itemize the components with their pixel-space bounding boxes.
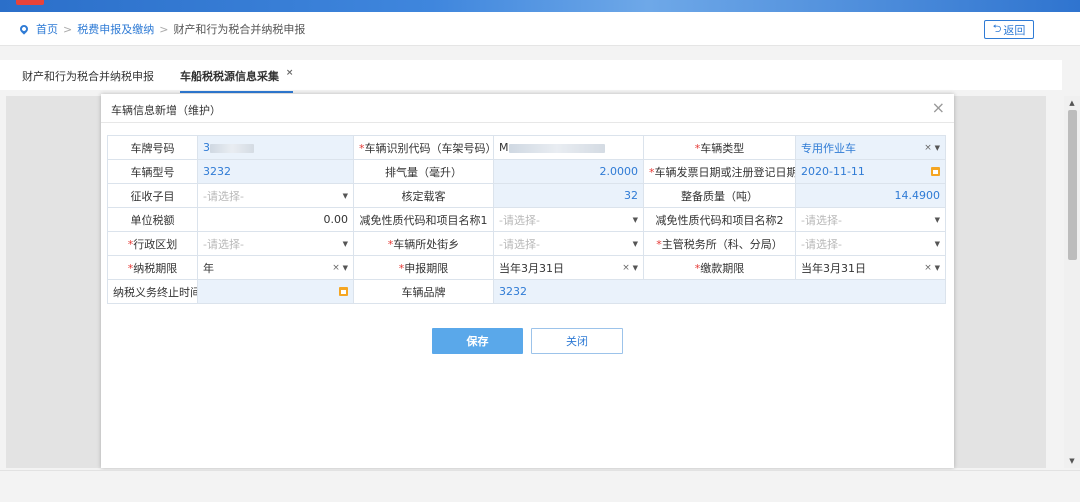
scroll-up-icon[interactable]: ▲ xyxy=(1064,96,1080,110)
clear-icon[interactable]: × xyxy=(924,263,932,273)
breadcrumb-separator: > xyxy=(159,22,169,36)
breadcrumb-separator: > xyxy=(63,22,73,36)
chevron-down-icon[interactable]: ▼ xyxy=(343,264,348,272)
clear-icon[interactable]: × xyxy=(924,143,932,153)
scroll-thumb[interactable] xyxy=(1068,110,1077,260)
vin-label: *车辆识别代码（车架号码） xyxy=(353,135,494,160)
vehicle-info-dialog: 车辆信息新增（维护） × 车牌号码 3 *车辆识别代码（车架号码） M *车辆类… xyxy=(101,94,954,468)
tab-label: 财产和行为税合并纳税申报 xyxy=(22,70,154,83)
chevron-down-icon[interactable]: ▼ xyxy=(633,240,638,248)
subitem-select[interactable]: -请选择- ▼ xyxy=(197,183,354,208)
mass-field[interactable]: 14.4900 xyxy=(795,183,946,208)
model-label: 车辆型号 xyxy=(107,159,198,184)
chevron-down-icon[interactable]: ▼ xyxy=(935,264,940,272)
chevron-down-icon[interactable]: ▼ xyxy=(343,192,348,200)
vin-field[interactable]: M xyxy=(493,135,644,160)
brand-field[interactable]: 3232 xyxy=(493,279,946,304)
plate-field[interactable]: 3 xyxy=(197,135,354,160)
form-row: *纳税期限 年 × ▼ *申报期限 当年3月31日 × ▼ *缴款期限 当年3月31… xyxy=(107,255,946,280)
tab-bar: 财产和行为税合并纳税申报 车船税税源信息采集 × xyxy=(0,60,1062,93)
form-row: 征收子目 -请选择- ▼ 核定载客 32 整备质量（吨） 14.4900 xyxy=(107,183,946,208)
back-button[interactable]: ⮌ 返回 xyxy=(984,20,1034,39)
form-row: 单位税额 0.00 减免性质代码和项目名称1 -请选择- ▼ 减免性质代码和项目名… xyxy=(107,207,946,232)
tab-combined-declaration[interactable]: 财产和行为税合并纳税申报 xyxy=(22,68,154,91)
unit-tax-field[interactable]: 0.00 xyxy=(197,207,354,232)
seats-field[interactable]: 32 xyxy=(493,183,644,208)
plate-label: 车牌号码 xyxy=(107,135,198,160)
end-date-field[interactable] xyxy=(197,279,354,304)
relief1-label: 减免性质代码和项目名称1 xyxy=(353,207,494,232)
displacement-label: 排气量（毫升） xyxy=(353,159,494,184)
model-field[interactable]: 3232 xyxy=(197,159,354,184)
breadcrumb-tax-filing[interactable]: 税费申报及缴纳 xyxy=(77,21,154,37)
unit-tax-label: 单位税额 xyxy=(107,207,198,232)
close-icon[interactable]: × xyxy=(932,98,945,117)
relief1-select[interactable]: -请选择- ▼ xyxy=(493,207,644,232)
brand-label: 车辆品牌 xyxy=(353,279,494,304)
back-button-label: 返回 xyxy=(1003,23,1026,37)
period-label: *纳税期限 xyxy=(107,255,198,280)
seats-label: 核定载客 xyxy=(353,183,494,208)
district-select[interactable]: -请选择- ▼ xyxy=(197,231,354,256)
type-label: *车辆类型 xyxy=(643,135,796,160)
regdate-label: *车辆发票日期或注册登记日期 xyxy=(643,159,796,184)
tab-vehicle-tax-source[interactable]: 车船税税源信息采集 × xyxy=(180,68,294,93)
report-select[interactable]: 当年3月31日 × ▼ xyxy=(493,255,644,280)
chevron-down-icon[interactable]: ▼ xyxy=(935,144,940,152)
chevron-down-icon[interactable]: ▼ xyxy=(935,216,940,224)
logo xyxy=(16,0,44,5)
location-pin-icon xyxy=(18,23,30,35)
office-label: *主管税务所（科、分局） xyxy=(643,231,796,256)
breadcrumb-current: 财产和行为税合并纳税申报 xyxy=(173,23,306,36)
vehicle-form-table: 车牌号码 3 *车辆识别代码（车架号码） M *车辆类型 专用作业车 × ▼ 车辆… xyxy=(107,135,946,304)
relief2-label: 减免性质代码和项目名称2 xyxy=(643,207,796,232)
breadcrumb-bar: 首页 > 税费申报及缴纳 > 财产和行为税合并纳税申报 ⮌ 返回 xyxy=(0,12,1080,46)
dialog-title: 车辆信息新增（维护） xyxy=(111,104,221,117)
district-label: *行政区划 xyxy=(107,231,198,256)
breadcrumb: 首页 > 税费申报及缴纳 > 财产和行为税合并纳税申报 xyxy=(18,21,306,37)
chevron-down-icon[interactable]: ▼ xyxy=(935,240,940,248)
tab-label: 车船税税源信息采集 xyxy=(180,70,279,83)
clear-icon[interactable]: × xyxy=(332,263,340,273)
end-date-label: 纳税义务终止时间 xyxy=(107,279,198,304)
chevron-down-icon[interactable]: ▼ xyxy=(633,216,638,224)
calendar-icon[interactable] xyxy=(931,167,940,176)
breadcrumb-home[interactable]: 首页 xyxy=(36,21,58,37)
divider xyxy=(101,122,954,123)
scroll-down-icon[interactable]: ▼ xyxy=(1064,454,1080,468)
clear-icon[interactable]: × xyxy=(622,263,630,273)
mass-label: 整备质量（吨） xyxy=(643,183,796,208)
pay-label: *缴款期限 xyxy=(643,255,796,280)
calendar-icon[interactable] xyxy=(339,287,348,296)
form-row: 车牌号码 3 *车辆识别代码（车架号码） M *车辆类型 专用作业车 × ▼ xyxy=(107,135,946,160)
report-label: *申报期限 xyxy=(353,255,494,280)
form-row: 纳税义务终止时间 车辆品牌 3232 xyxy=(107,279,946,304)
period-select[interactable]: 年 × ▼ xyxy=(197,255,354,280)
footer-bar xyxy=(0,470,1080,502)
form-row: 车辆型号 3232 排气量（毫升） 2.0000 *车辆发票日期或注册登记日期 … xyxy=(107,159,946,184)
pay-select[interactable]: 当年3月31日 × ▼ xyxy=(795,255,946,280)
return-arrow-icon: ⮌ xyxy=(992,22,1002,35)
relief2-select[interactable]: -请选择- ▼ xyxy=(795,207,946,232)
displacement-field[interactable]: 2.0000 xyxy=(493,159,644,184)
vertical-scrollbar[interactable]: ▲ ▼ xyxy=(1064,96,1080,468)
save-button[interactable]: 保存 xyxy=(432,328,523,354)
close-button[interactable]: 关闭 xyxy=(531,328,623,354)
chevron-down-icon[interactable]: ▼ xyxy=(633,264,638,272)
chevron-down-icon[interactable]: ▼ xyxy=(343,240,348,248)
street-select[interactable]: -请选择- ▼ xyxy=(493,231,644,256)
form-row: *行政区划 -请选择- ▼ *车辆所处街乡 -请选择- ▼ *主管税务所（科、分局）… xyxy=(107,231,946,256)
regdate-field[interactable]: 2020-11-11 xyxy=(795,159,946,184)
subitem-label: 征收子目 xyxy=(107,183,198,208)
type-select[interactable]: 专用作业车 × ▼ xyxy=(795,135,946,160)
tab-close-icon[interactable]: × xyxy=(286,68,294,78)
top-banner xyxy=(0,0,1080,12)
office-select[interactable]: -请选择- ▼ xyxy=(795,231,946,256)
street-label: *车辆所处街乡 xyxy=(353,231,494,256)
